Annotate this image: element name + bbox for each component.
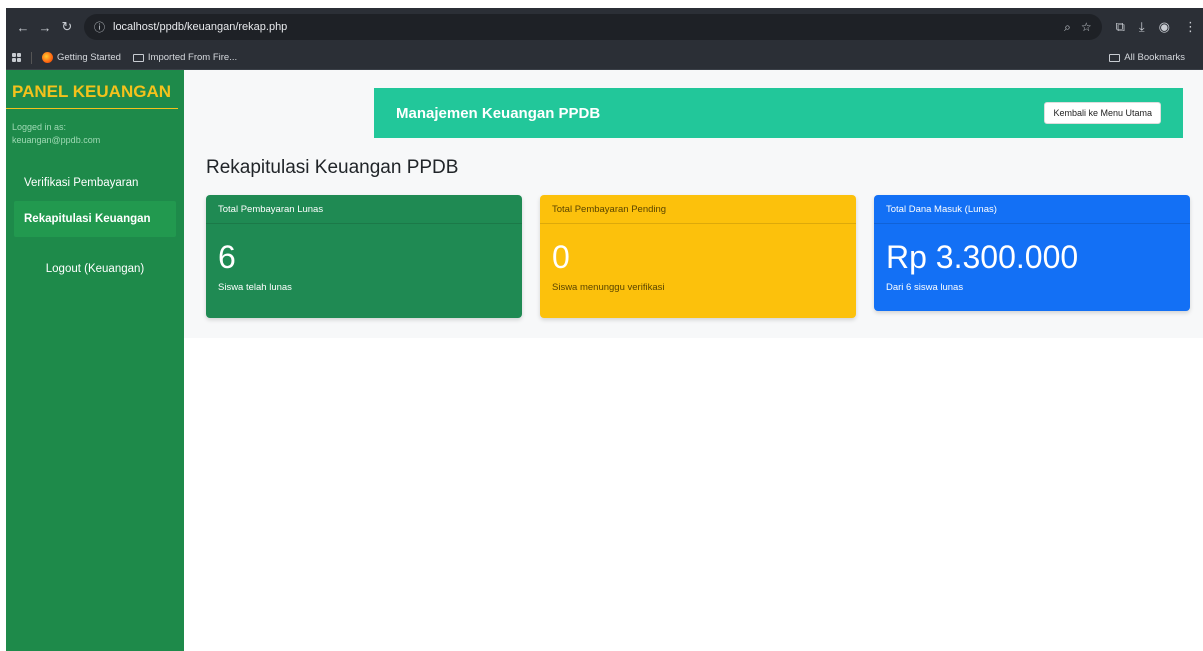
card-title: Total Dana Masuk (Lunas)	[874, 195, 1190, 224]
profile-icon[interactable]: ◉	[1159, 19, 1170, 35]
folder-icon	[132, 53, 144, 62]
browser-window: ← → ↻ ⓘ localhost/ppdb/keuangan/rekap.ph…	[6, 8, 1203, 651]
sidebar-brand: PANEL KEUANGAN	[6, 82, 178, 109]
card-title: Total Pembayaran Pending	[540, 195, 856, 224]
card-lunas: Total Pembayaran Lunas 6 Siswa telah lun…	[206, 195, 522, 318]
site-info-icon[interactable]: ⓘ	[94, 19, 105, 35]
logged-in-info: Logged in as: keuangan@ppdb.com	[6, 109, 184, 147]
all-bookmarks[interactable]: All Bookmarks	[1109, 52, 1185, 63]
card-pending: Total Pembayaran Pending 0 Siswa menungg…	[540, 195, 856, 318]
menu-icon[interactable]: ⋮	[1184, 19, 1197, 35]
url-text: localhost/ppdb/keuangan/rekap.php	[113, 21, 288, 33]
card-value: Rp 3.300.000	[886, 239, 1079, 275]
back-icon[interactable]: ←	[12, 16, 34, 38]
page: PANEL KEUANGAN Logged in as: keuangan@pp…	[6, 70, 1203, 651]
card-value: 0	[552, 239, 570, 275]
back-to-menu-button[interactable]: Kembali ke Menu Utama	[1044, 102, 1161, 124]
sidebar-item-rekapitulasi[interactable]: Rekapitulasi Keuangan	[14, 201, 176, 237]
sidebar-item-verifikasi[interactable]: Verifikasi Pembayaran	[14, 165, 176, 201]
summary-cards: Total Pembayaran Lunas 6 Siswa telah lun…	[206, 195, 1190, 318]
folder-icon	[1109, 53, 1121, 62]
reload-icon[interactable]: ↻	[56, 16, 78, 38]
card-dana-masuk: Total Dana Masuk (Lunas) Rp 3.300.000 Da…	[874, 195, 1190, 311]
logged-in-label: Logged in as:	[12, 122, 67, 132]
card-caption: Dari 6 siswa lunas	[886, 282, 964, 293]
bookmarks-bar: Getting Started Imported From Fire... Al…	[6, 46, 1203, 70]
card-value: 6	[218, 239, 236, 275]
download-icon[interactable]: ⤓	[1139, 19, 1145, 35]
card-title: Total Pembayaran Lunas	[206, 195, 522, 224]
logged-in-user: keuangan@ppdb.com	[12, 135, 101, 145]
firefox-icon	[42, 52, 53, 63]
bookmarks-separator	[31, 51, 32, 64]
card-caption: Siswa telah lunas	[218, 282, 292, 293]
header-bar: Manajemen Keuangan PPDB Kembali ke Menu …	[374, 88, 1183, 138]
page-title: Rekapitulasi Keuangan PPDB	[206, 157, 459, 178]
sidebar: PANEL KEUANGAN Logged in as: keuangan@pp…	[6, 70, 184, 651]
forward-icon[interactable]: →	[34, 16, 56, 38]
zoom-icon[interactable]: ⌕	[1064, 20, 1071, 35]
main-content: Manajemen Keuangan PPDB Kembali ke Menu …	[184, 70, 1203, 651]
card-caption: Siswa menunggu verifikasi	[552, 282, 665, 293]
bookmark-imported[interactable]: Imported From Fire...	[132, 52, 238, 63]
all-bookmarks-label: All Bookmarks	[1124, 52, 1185, 63]
logout-link[interactable]: Logout (Keuangan)	[14, 251, 176, 287]
header-title: Manajemen Keuangan PPDB	[396, 104, 601, 122]
bookmark-getting-started[interactable]: Getting Started	[42, 52, 121, 63]
address-bar[interactable]: ⓘ localhost/ppdb/keuangan/rekap.php ⌕ ☆	[84, 14, 1102, 40]
apps-grid-icon[interactable]	[12, 53, 21, 62]
browser-toolbar: ← → ↻ ⓘ localhost/ppdb/keuangan/rekap.ph…	[6, 8, 1203, 46]
bookmark-star-icon[interactable]: ☆	[1081, 20, 1092, 35]
bookmark-label: Imported From Fire...	[147, 52, 238, 63]
extensions-icon[interactable]: ⧉	[1116, 19, 1125, 35]
bookmark-label: Getting Started	[57, 52, 121, 63]
